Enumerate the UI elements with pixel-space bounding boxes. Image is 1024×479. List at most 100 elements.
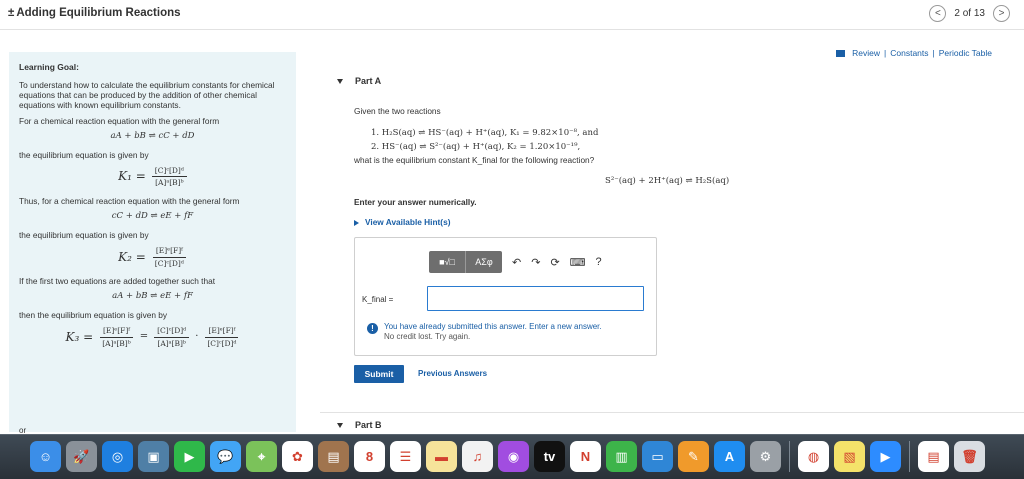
keyboard-icon[interactable]: ⌨: [570, 256, 586, 269]
k2-numerator: [E]ᵉ[F]ᶠ: [152, 246, 186, 258]
caret-down-icon: [337, 423, 343, 429]
dock-finder-icon[interactable]: ☺: [30, 441, 61, 472]
answer-input[interactable]: [427, 286, 644, 311]
k3-denominator-c: [C]ᶜ[D]ᵈ: [207, 338, 237, 348]
dock-app-store-icon[interactable]: A: [714, 441, 745, 472]
periodic-table-link[interactable]: Periodic Table: [939, 48, 992, 58]
equation-1: aA + bB ⇌ cC + dD: [110, 131, 195, 142]
k3-label: K₃ =: [65, 329, 94, 344]
constants-link[interactable]: Constants: [890, 48, 928, 58]
review-link[interactable]: Review: [852, 48, 880, 58]
general-form-text: For a chemical reaction equation with th…: [19, 115, 220, 126]
view-hints-label: View Available Hint(s): [365, 217, 451, 227]
k1-label: K₁ =: [118, 169, 146, 184]
page-title: ± Adding Equilibrium Reactions: [8, 7, 181, 19]
dock-notes-icon[interactable]: ▬: [426, 441, 457, 472]
k1-numerator: [C]ᶜ[D]ᵈ: [151, 166, 187, 178]
caret-down-icon: [337, 79, 343, 85]
equation-2: cC + dD ⇌ eE + fF: [111, 211, 194, 222]
k3-denominator-b: [A]ᵃ[B]ᵇ: [157, 338, 186, 348]
k3-numerator-a: [E]ᵉ[F]ᶠ: [99, 326, 133, 338]
page-title-text: Adding Equilibrium Reactions: [16, 7, 181, 19]
dock-numbers-icon[interactable]: ▥: [606, 441, 637, 472]
dock-separator: [909, 441, 910, 472]
next-item-button[interactable]: >: [993, 5, 1010, 22]
redo-icon[interactable]: ↷: [531, 256, 540, 269]
reaction-1: 1. H₂S(aq) ⇌ HS⁻(aq) + H⁺(aq), K₁ = 9.82…: [371, 128, 599, 138]
dock-zoom-icon[interactable]: ▶: [870, 441, 901, 472]
dock-trash-icon[interactable]: 🗑: [954, 441, 985, 472]
book-icon: [836, 49, 846, 57]
answer-box: ■√□ ΑΣφ ↶ ↷ ⟳ ⌨ ? K_final = ! You have a…: [354, 237, 657, 356]
k3-numerator-c: [E]ᵉ[F]ᶠ: [205, 326, 239, 338]
submit-button[interactable]: Submit: [354, 365, 404, 383]
learning-goal-intro: To understand how to calculate the equil…: [19, 79, 275, 111]
k1-fraction: [C]ᶜ[D]ᵈ [A]ᵃ[B]ᵇ: [151, 166, 187, 188]
part-b-label: Part B: [355, 420, 382, 430]
dock-document-icon[interactable]: ▤: [918, 441, 949, 472]
learning-goal-heading: Learning Goal:: [19, 62, 79, 72]
dock-photos-icon[interactable]: ✿: [282, 441, 313, 472]
dock: ☺ 🚀 ◎ ▣ ▶ 💬 ⌖ ✿ ▤ 8 ☰ ▬ ♫ ◉ tv N ▥ ▭ ✎ A ⚙ ◍ ▧ ▶ ▤ 🗑: [0, 434, 1024, 479]
question-text: what is the equilibrium constant K_final…: [354, 155, 595, 165]
top-bar: ± Adding Equilibrium Reactions < 2 of 13 …: [0, 0, 1024, 30]
dock-launchpad-icon[interactable]: 🚀: [66, 441, 97, 472]
dock-podcasts-icon[interactable]: ◉: [498, 441, 529, 472]
reset-icon[interactable]: ⟳: [550, 256, 559, 269]
dock-messages-icon[interactable]: 💬: [210, 441, 241, 472]
warning-line-2: No credit lost. Try again.: [384, 332, 471, 341]
pager: < 2 of 13 >: [929, 5, 1010, 22]
chevron-left-icon: <: [934, 8, 941, 19]
math-toolbar: ■√□ ΑΣφ ↶ ↷ ⟳ ⌨ ?: [429, 251, 602, 273]
part-a-header[interactable]: Part A: [337, 76, 381, 86]
dock-stickies-icon[interactable]: ▧: [834, 441, 865, 472]
dock-music-icon[interactable]: ♫: [462, 441, 493, 472]
dock-facetime-icon[interactable]: ▶: [174, 441, 205, 472]
dock-preview-icon[interactable]: ▣: [138, 441, 169, 472]
k1-denominator: [A]ᵃ[B]ᵇ: [155, 178, 184, 188]
k2-expression: K₂ = [E]ᵉ[F]ᶠ [C]ᶜ[D]ᵈ: [19, 246, 286, 268]
part-b-header[interactable]: Part B: [337, 420, 382, 430]
added-together-text: If the first two equations are added tog…: [19, 275, 216, 286]
dock-calendar-icon[interactable]: 8: [354, 441, 385, 472]
link-separator: |: [884, 48, 887, 58]
given-by-text-3: then the equilibrium equation is given b…: [19, 309, 168, 320]
dock-news-icon[interactable]: N: [570, 441, 601, 472]
dock-chrome-icon[interactable]: ◍: [798, 441, 829, 472]
k2-denominator: [C]ᶜ[D]ᵈ: [154, 258, 184, 268]
k3-fraction-c: [E]ᵉ[F]ᶠ [C]ᶜ[D]ᵈ: [204, 326, 239, 348]
link-separator: |: [932, 48, 935, 58]
final-reaction: S²⁻(aq) + 2H⁺(aq) ⇌ H₂S(aq): [605, 176, 730, 186]
learning-goal-panel: Learning Goal: To understand how to calc…: [9, 52, 296, 432]
previous-answers-link[interactable]: Previous Answers: [418, 369, 487, 378]
plus-minus-icon: ±: [8, 7, 15, 19]
dock-keynote-icon[interactable]: ▭: [642, 441, 673, 472]
warning-message: ! You have already submitted this answer…: [367, 322, 602, 341]
k3-denominator-a: [A]ᵃ[B]ᵇ: [102, 338, 131, 348]
dock-notebook-icon[interactable]: ▤: [318, 441, 349, 472]
k3-expression: K₃ = [E]ᵉ[F]ᶠ [A]ᵃ[B]ᵇ = [C]ᶜ[D]ᵈ [A]ᵃ[B]ᵇ…: [19, 326, 286, 348]
greek-symbols-button[interactable]: ΑΣφ: [465, 251, 502, 273]
k1-expression: K₁ = [C]ᶜ[D]ᵈ [A]ᵃ[B]ᵇ: [19, 166, 286, 188]
dock-safari-icon[interactable]: ◎: [102, 441, 133, 472]
dock-reminders-icon[interactable]: ☰: [390, 441, 421, 472]
equals-sign: =: [139, 330, 149, 342]
part-divider: [320, 412, 1024, 413]
help-icon[interactable]: ?: [596, 256, 602, 268]
equation-3: aA + bB ⇌ eE + fF: [112, 291, 193, 302]
undo-icon[interactable]: ↶: [512, 256, 521, 269]
enter-answer-prompt: Enter your answer numerically.: [354, 197, 477, 207]
dock-maps-icon[interactable]: ⌖: [246, 441, 277, 472]
previous-item-button[interactable]: <: [929, 5, 947, 22]
dock-system-preferences-icon[interactable]: ⚙: [750, 441, 781, 472]
dock-pages-icon[interactable]: ✎: [678, 441, 709, 472]
review-links: Review | Constants | Periodic Table: [836, 48, 992, 58]
k2-fraction: [E]ᵉ[F]ᶠ [C]ᶜ[D]ᵈ: [152, 246, 187, 268]
view-hints-link[interactable]: View Available Hint(s): [354, 217, 450, 227]
k3-fraction-b: [C]ᶜ[D]ᵈ [A]ᵃ[B]ᵇ: [154, 326, 190, 348]
given-text: Given the two reactions: [354, 106, 441, 116]
item-counter: 2 of 13: [954, 8, 985, 19]
warning-line-1: You have already submitted this answer. …: [384, 322, 602, 331]
templates-button[interactable]: ■√□: [429, 251, 465, 273]
dock-tv-icon[interactable]: tv: [534, 441, 565, 472]
